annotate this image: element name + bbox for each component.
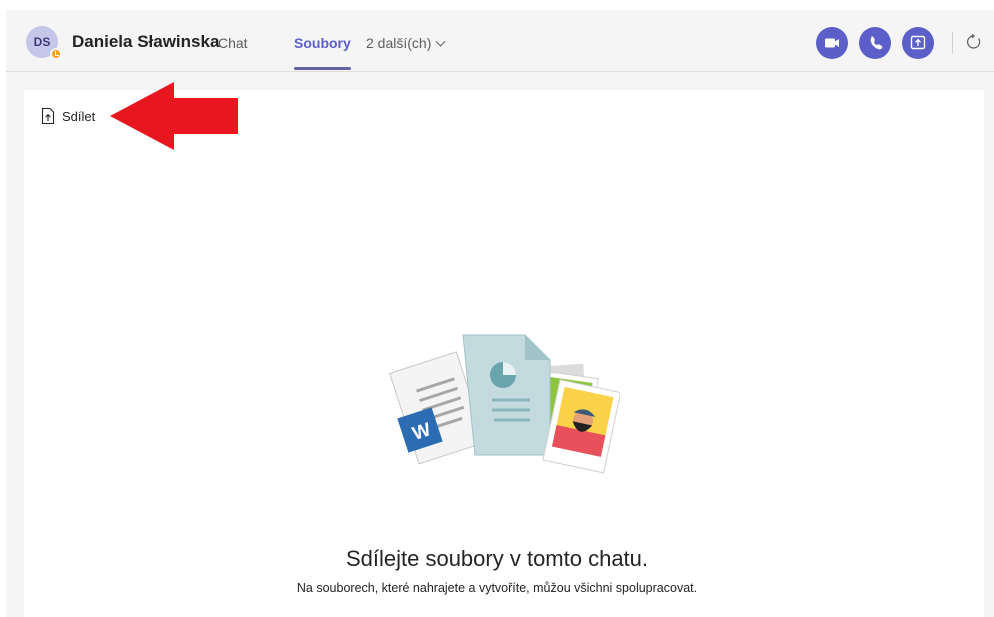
share-file-icon <box>41 107 55 125</box>
phone-icon <box>870 36 883 50</box>
tab-files[interactable]: Soubory <box>294 35 351 51</box>
active-tab-indicator <box>294 67 351 70</box>
video-call-button[interactable] <box>816 27 848 59</box>
chevron-down-icon <box>435 36 446 47</box>
refresh-icon <box>967 34 981 49</box>
annotation-arrow-icon <box>110 82 238 150</box>
share-screen-button[interactable] <box>902 27 934 59</box>
presence-away-icon <box>50 48 62 60</box>
files-illustration-icon: W <box>389 334 620 474</box>
header-divider <box>952 32 953 54</box>
video-camera-icon <box>825 38 839 48</box>
more-tabs-label: 2 další(ch) <box>366 35 432 51</box>
share-screen-icon <box>910 35 926 50</box>
background <box>6 72 24 617</box>
more-tabs-dropdown[interactable]: 2 další(ch) <box>366 35 446 51</box>
audio-call-button[interactable] <box>859 27 891 59</box>
background <box>984 72 994 617</box>
chat-header: DS Daniela Sławinska Chat Soubory 2 dalš… <box>6 10 994 72</box>
share-label: Sdílet <box>62 108 96 124</box>
refresh-button[interactable] <box>964 32 984 52</box>
share-button[interactable]: Sdílet <box>40 106 95 126</box>
contact-name: Daniela Sławinska <box>72 32 220 51</box>
empty-state-subtitle: Na souborech, které nahrajete a vytvořít… <box>296 581 698 595</box>
empty-state-title: Sdílejte soubory v tomto chatu. <box>345 546 649 571</box>
tab-chat[interactable]: Chat <box>218 35 248 51</box>
